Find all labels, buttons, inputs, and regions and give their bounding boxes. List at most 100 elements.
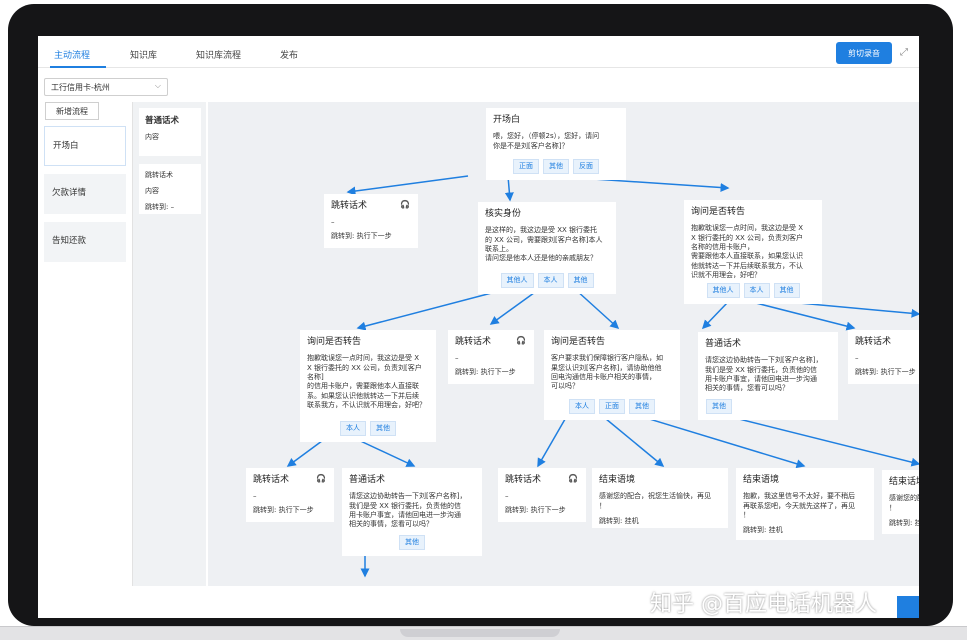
headset-icon: 🎧: [316, 474, 326, 483]
node-jump-target: 跳转到: 执行下一步: [505, 505, 566, 514]
node-end-1[interactable]: 结束语境 感谢您的配合，祝您生活愉快，再见 ！ 跳转到: 挂机: [592, 468, 728, 528]
node-text: –: [253, 492, 257, 501]
active-tab-indicator: [50, 66, 106, 68]
node-jump-3[interactable]: 跳转话术 🎧 – 跳转到: 执行下一步: [848, 330, 919, 384]
node-jump-target: 跳转到: 执行下一步: [455, 367, 516, 376]
node-verify-identity[interactable]: 核实身份 是这样的，我这边是受 XX 银行委托 的 XX 公司，需要跟刘[客户名…: [478, 202, 616, 294]
edge-transferL-jump4: [286, 437, 327, 467]
menu-item-debt-detail[interactable]: 欠款详情: [44, 174, 126, 214]
script-palette: 普通话术 内容 跳转话术 内容 跳转到: –: [132, 102, 206, 586]
node-title: 核实身份: [485, 209, 522, 219]
node-text: –: [505, 492, 509, 501]
edge-opening-jump1: [346, 175, 469, 196]
node-text: 抱歉，我这里信号不太好，要不稍后 再联系您吧，今天就先这样了，再见 ！: [743, 492, 855, 520]
branch-chip[interactable]: 正面: [513, 158, 539, 174]
edge-verify-transferM: [575, 289, 620, 330]
node-jump-target: 跳转到: 执行下一步: [855, 367, 916, 376]
node-jump-1[interactable]: 跳转话术 🎧 – 跳转到: 执行下一步: [324, 194, 418, 248]
palette-card-jump: 跳转到: –: [145, 203, 175, 211]
branch-chip[interactable]: 其他人: [706, 282, 740, 298]
node-normal-script-1[interactable]: 普通话术 请您这边协助转告一下刘[客户名称]， 我们是受 XX 银行委托，负责他…: [698, 332, 838, 420]
node-jump-target: 跳转到: 执行下一步: [253, 505, 314, 514]
branch-chip[interactable]: 其他: [543, 158, 569, 174]
node-title: 询问是否转告: [551, 337, 606, 347]
palette-card-title: 普通话术: [145, 116, 180, 126]
node-text: 感谢您的配合，祝您生活愉快，再见 ！: [599, 492, 711, 510]
node-text: 请您这边协助转告一下刘[客户名称]， 我们是受 XX 银行委托，负责他的信 用卡…: [705, 356, 823, 393]
branch-chip[interactable]: 其他: [773, 282, 800, 298]
menu-item-opening[interactable]: 开场白: [44, 126, 126, 166]
edge-verify-transferL: [356, 289, 504, 331]
flow-canvas[interactable]: 开场白 喂，您好，（停顿2s），您好，请问 你是不是刘[客户名称]？ 正面 其他…: [208, 102, 919, 586]
add-flow-button[interactable]: 新增流程: [45, 102, 99, 120]
watermark-text: 知乎 @百应电话机器人: [650, 592, 877, 617]
node-title: 跳转话术: [855, 337, 892, 347]
branch-chip[interactable]: 其他: [706, 398, 732, 414]
node-text: 客户要求我们保障银行客户隐私，如 果您认识刘[客户名称]，请协助他他 回电沟通信…: [551, 354, 663, 391]
node-title: 询问是否转告: [691, 207, 746, 217]
node-title: 询问是否转告: [307, 337, 362, 347]
palette-jump-script[interactable]: 跳转话术 内容 跳转到: –: [139, 164, 201, 214]
palette-card-title: 跳转话术: [145, 171, 173, 179]
edge-transferM-end2: [632, 413, 806, 469]
branch-chip[interactable]: 其他: [629, 398, 655, 414]
node-text: 是这样的，我这边是受 XX 银行委托 的 XX 公司，需要跟刘[客户名称]本人 …: [485, 226, 603, 263]
node-text: 感谢您的配合，祝 ！: [889, 494, 919, 512]
node-transfer-middle[interactable]: 询问是否转告 客户要求我们保障银行客户隐私，如 果您认识刘[客户名称]，请协助他…: [544, 330, 680, 420]
edge-transferM-jump5: [537, 413, 569, 468]
branch-chip[interactable]: 正面: [599, 398, 625, 414]
palette-card-content: 内容: [145, 133, 159, 141]
node-end-3[interactable]: 结束话境 感谢您的配合，祝 ！ 跳转到: 挂机: [882, 470, 919, 534]
headset-icon: 🎧: [568, 474, 578, 483]
palette-normal-script[interactable]: 普通话术 内容: [139, 108, 201, 156]
laptop-notch: [400, 629, 560, 637]
node-transfer-left[interactable]: 询问是否转告 抱歉耽误您一点时间，我这边是受 X X 银行委托的 XX 公司，负…: [300, 330, 436, 442]
menu-item-repay-notice[interactable]: 告知还款: [44, 222, 126, 262]
node-jump-2[interactable]: 跳转话术 🎧 – 跳转到: 执行下一步: [448, 330, 534, 384]
tab-main-flow[interactable]: 主动流程: [54, 48, 90, 61]
tab-publish[interactable]: 发布: [280, 48, 298, 61]
palette-card-content: 内容: [145, 187, 159, 195]
node-title: 结束话境: [889, 477, 919, 487]
edge-normal1-offscreen: [722, 414, 919, 467]
branch-chip[interactable]: 其他人: [500, 272, 534, 288]
node-text: 抱歉耽误您一点时间，我这边是受 X X 银行委托的 XX 公司，负责刘[客户 名…: [307, 354, 426, 410]
branch-chip[interactable]: 其他: [370, 420, 396, 436]
tab-knowledge-base[interactable]: 知识库: [130, 48, 157, 61]
expand-icon[interactable]: ⤢: [900, 47, 908, 58]
edge-transferL-normal2: [353, 437, 416, 467]
node-normal-script-2[interactable]: 普通话术 请您这边协助转告一下刘[客户名称]， 我们是受 XX 银行委托，负责他…: [342, 468, 482, 556]
node-text: –: [455, 354, 459, 363]
chevron-down-icon: ⌵: [154, 81, 161, 90]
node-transfer-right[interactable]: 询问是否转告 抱歉耽误您一点时间，我这边是受 X X 银行委托的 XX 公司，负…: [684, 200, 822, 304]
branch-chip[interactable]: 反面: [573, 158, 599, 174]
node-text: –: [331, 218, 335, 227]
node-jump-5[interactable]: 跳转话术 🎧 – 跳转到: 执行下一步: [498, 468, 586, 522]
project-select[interactable]: 工行信用卡-杭州 ⌵: [44, 78, 168, 96]
node-title: 结束语境: [599, 475, 636, 485]
cut-recording-button[interactable]: 剪切录音: [836, 42, 892, 64]
branch-chip[interactable]: 本人: [340, 420, 366, 436]
node-end-2[interactable]: 结束语境 抱歉，我这里信号不太好，要不稍后 再联系您吧，今天就先这样了，再见 ！…: [736, 468, 874, 540]
headset-icon: 🎧: [516, 336, 526, 345]
branch-chip[interactable]: 本人: [537, 272, 564, 288]
node-jump-target: 跳转到: 挂机: [599, 517, 639, 526]
edge-transferR-normal1: [701, 301, 729, 330]
project-select-value: 工行信用卡-杭州: [51, 83, 110, 92]
branch-chip[interactable]: 本人: [743, 282, 770, 298]
branch-chip[interactable]: 本人: [569, 398, 595, 414]
tab-knowledge-flow[interactable]: 知识库流程: [196, 48, 241, 61]
branch-chip[interactable]: 其他: [567, 272, 594, 288]
edge-transferM-end1: [599, 413, 665, 467]
headset-icon: 🎧: [400, 200, 410, 209]
node-text: 请您这边协助转告一下刘[客户名称]， 我们是受 XX 银行委托，负责他的信 用卡…: [349, 492, 467, 529]
branch-chip[interactable]: 其他: [399, 534, 425, 550]
node-jump-target: 跳转到: 执行下一步: [331, 231, 392, 240]
node-opening[interactable]: 开场白 喂，您好，（停顿2s），您好，请问 你是不是刘[客户名称]？ 正面 其他…: [486, 108, 626, 180]
node-jump-target: 跳转到: 挂机: [743, 526, 783, 535]
node-title: 普通话术: [705, 339, 742, 349]
node-jump-4[interactable]: 跳转话术 🎧 – 跳转到: 执行下一步: [246, 468, 334, 522]
node-title: 结束语境: [743, 475, 780, 485]
node-text: 抱歉耽误您一点时间，我这边是受 X X 银行委托的 XX 公司，负责刘客户 名称…: [691, 224, 804, 280]
laptop-base: [0, 626, 967, 640]
